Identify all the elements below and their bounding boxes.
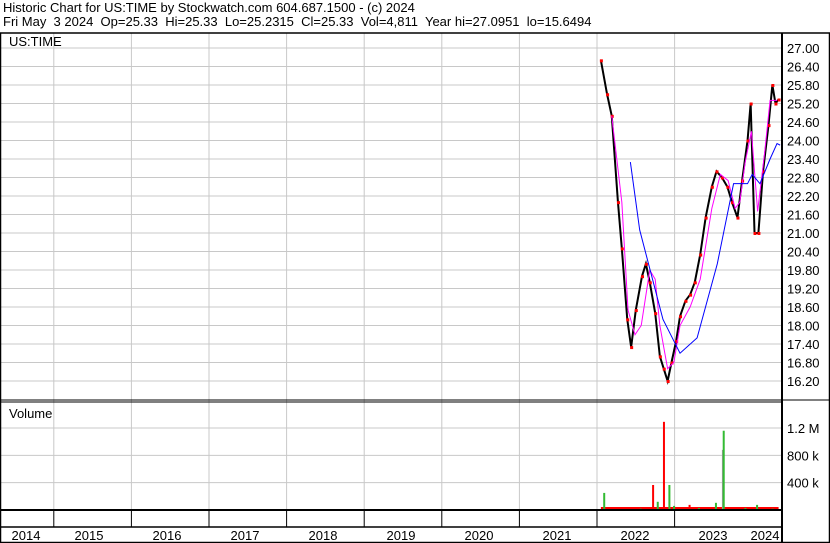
- price-tick-label: 19.20: [787, 282, 820, 297]
- price-bar-mark: [771, 84, 775, 87]
- price-bar-mark: [726, 185, 730, 189]
- price-tick-label: 21.60: [787, 208, 820, 223]
- price-bar-mark: [715, 170, 719, 174]
- price-bar-mark: [648, 281, 652, 285]
- price-bar-mark: [736, 216, 740, 220]
- price-tick-label: 22.80: [787, 171, 820, 186]
- volume-bar: [714, 502, 717, 510]
- price-bar-mark: [662, 367, 666, 371]
- price-bar-mark: [710, 185, 714, 189]
- price-bar-mark: [777, 98, 781, 102]
- outer-border: [0, 32, 830, 543]
- price-bar-mark: [634, 309, 638, 313]
- historic-chart: US:TIME Volume 27.00 26.40 25.80 25.20 24.60…: [0, 32, 830, 543]
- volume-bar: [652, 484, 655, 510]
- price-bar-mark: [626, 318, 630, 322]
- year-label: 2018: [309, 528, 338, 543]
- chart-frame: [0, 32, 830, 543]
- volume-bar: [668, 484, 671, 510]
- price-bar-mark: [693, 281, 697, 285]
- price-bar-mark: [654, 312, 658, 316]
- volume-bars: [600, 421, 779, 510]
- price-tick-label: 27.00: [787, 41, 820, 56]
- price-bar-mark: [641, 275, 645, 279]
- price-tick-label: 17.40: [787, 337, 820, 352]
- price-bar-mark: [749, 102, 753, 106]
- price-tick-label: 24.60: [787, 115, 820, 130]
- year-label: 2016: [153, 528, 182, 543]
- price-bar-mark: [704, 216, 708, 220]
- price-bar-mark: [753, 232, 757, 235]
- price-tick-label: 18.60: [787, 300, 820, 315]
- volume-label: Volume: [9, 406, 52, 421]
- price-bar-mark: [684, 299, 688, 303]
- price-bar-mark: [606, 93, 610, 97]
- price-bar-mark: [658, 355, 662, 359]
- price-tick-label: 16.80: [787, 356, 820, 371]
- price-bar-mark: [630, 346, 634, 350]
- price-tick-label: 23.40: [787, 152, 820, 167]
- price-tick-label: 20.40: [787, 245, 820, 260]
- price-line: [599, 60, 780, 385]
- price-tick-label: 24.00: [787, 134, 820, 149]
- year-label: 2019: [387, 528, 416, 543]
- year-label: 2022: [621, 528, 650, 543]
- price-bar-mark: [774, 102, 778, 106]
- volume-tick-label: 400 k: [787, 476, 819, 491]
- price-tick-label: 25.20: [787, 97, 820, 112]
- price-bar-mark: [699, 253, 703, 257]
- price-bar-mark: [679, 315, 683, 319]
- price-bar-mark: [599, 59, 603, 63]
- price-bar-mark: [620, 247, 624, 251]
- price-tick-label: 25.80: [787, 78, 820, 93]
- volume-tick-label: 800 k: [787, 448, 819, 463]
- volume-bar: [662, 421, 665, 510]
- price-tick-label: 16.20: [787, 374, 820, 389]
- volume-bar: [722, 430, 725, 510]
- year-label: 2015: [75, 528, 104, 543]
- volume-tick-label: 1.2 M: [787, 421, 820, 436]
- price-bar-mark: [616, 201, 620, 205]
- price-tick-label: 21.00: [787, 226, 820, 241]
- volume-bar: [603, 492, 606, 510]
- year-label: 2021: [543, 528, 572, 543]
- year-label: 2017: [231, 528, 260, 543]
- price-tick-label: 22.20: [787, 189, 820, 204]
- volume-bar: [656, 501, 659, 510]
- price-bar-mark: [757, 232, 761, 235]
- price-bar-mark: [644, 262, 648, 266]
- price-tick-label: 26.40: [787, 60, 820, 75]
- symbol-label: US:TIME: [9, 34, 62, 49]
- year-label: 2020: [465, 528, 494, 543]
- price-tick-label: 19.80: [787, 263, 820, 278]
- price-bar-mark: [666, 380, 670, 383]
- price-tick-label: 18.00: [787, 319, 820, 334]
- year-label: 2014: [12, 528, 41, 543]
- price-bar-mark: [689, 293, 693, 297]
- price-series: [599, 59, 781, 385]
- axis-labels: 27.00 26.40 25.80 25.20 24.60 24.00 23.40 22.80…: [12, 41, 820, 543]
- year-label: 2023: [699, 528, 728, 543]
- year-label: 2024: [751, 528, 780, 543]
